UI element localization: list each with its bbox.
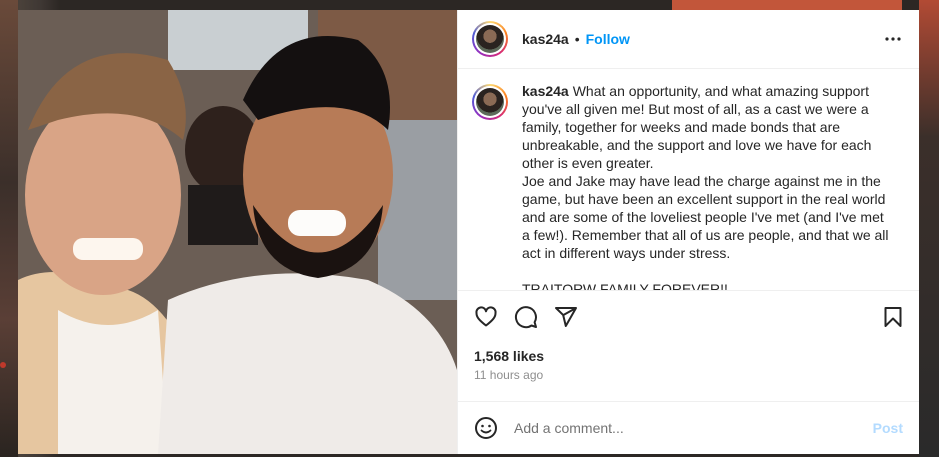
- background-page-strip-right: [919, 0, 939, 457]
- author-avatar-image: [476, 25, 504, 53]
- caption-text: What an opportunity, and what amazing su…: [522, 83, 889, 290]
- like-button[interactable]: [474, 305, 498, 329]
- caption-avatar[interactable]: [472, 84, 508, 120]
- comment-input[interactable]: [512, 419, 873, 437]
- caption-section: kas24a What an opportunity, and what amaz…: [458, 69, 919, 290]
- more-options-button[interactable]: [881, 27, 905, 51]
- comment-bar: Post: [458, 401, 919, 454]
- emoji-button[interactable]: [474, 416, 498, 440]
- like-count[interactable]: 1,568 likes: [458, 346, 919, 366]
- post-photo-illustration: [18, 10, 457, 454]
- caption-username[interactable]: kas24a: [522, 83, 569, 99]
- share-button[interactable]: [554, 305, 578, 329]
- comment-button[interactable]: [514, 305, 538, 329]
- save-button[interactable]: [881, 305, 905, 329]
- comment-icon: [515, 305, 537, 328]
- caption-avatar-image: [476, 88, 504, 116]
- post-timestamp[interactable]: 11 hours ago: [458, 366, 919, 384]
- background-banner: [672, 0, 902, 10]
- follow-button[interactable]: Follow: [586, 31, 630, 47]
- share-icon: [555, 306, 577, 327]
- author-username[interactable]: kas24a: [522, 31, 569, 47]
- separator-dot: •: [574, 31, 580, 47]
- more-options-icon: [885, 37, 901, 41]
- background-notification-dot: [0, 362, 6, 368]
- bookmark-icon: [884, 306, 902, 327]
- post-modal: kas24a • Follow kas24a What an opportunit…: [18, 10, 919, 454]
- author-avatar[interactable]: [472, 21, 508, 57]
- emoji-icon: [475, 417, 497, 439]
- post-details-panel: kas24a • Follow kas24a What an opportunit…: [457, 10, 919, 454]
- post-photo[interactable]: [18, 10, 457, 454]
- background-page-strip-left: [0, 0, 18, 457]
- author-avatar-frame: [474, 23, 506, 55]
- post-actions-bar: [458, 290, 919, 342]
- post-header: kas24a • Follow: [458, 10, 919, 69]
- post-comment-button[interactable]: Post: [873, 420, 903, 436]
- post-caption: kas24a What an opportunity, and what amaz…: [522, 82, 892, 290]
- caption-avatar-frame: [474, 86, 506, 118]
- heart-icon: [475, 305, 497, 326]
